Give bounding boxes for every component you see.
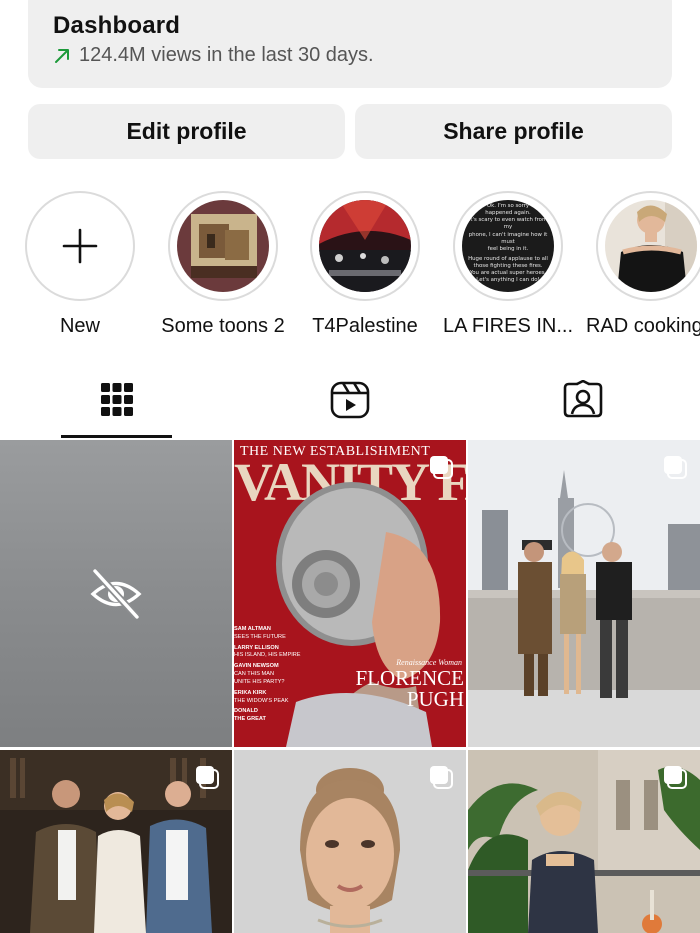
- carousel-icon: [430, 766, 453, 789]
- cover-name-last: PUGH: [406, 687, 464, 711]
- post-hidden[interactable]: [0, 440, 232, 747]
- cover-headline: THE WIDOW'S PEAK: [234, 697, 289, 704]
- cover-headline: CAN THIS MAN: [234, 671, 274, 678]
- story-text-line: You are actual super heroes.: [469, 270, 547, 277]
- tab-tagged[interactable]: [527, 372, 639, 438]
- story-text-line: phone, I can't imagine how it must: [468, 231, 548, 245]
- edit-profile-button[interactable]: Edit profile: [28, 104, 345, 159]
- highlight-ring: [310, 191, 420, 301]
- highlight-ring: [25, 191, 135, 301]
- plus-icon: [62, 228, 98, 264]
- share-profile-button[interactable]: Share profile: [355, 104, 672, 159]
- post-photo-rooftop[interactable]: [468, 440, 700, 747]
- carousel-icon: [664, 766, 687, 789]
- carousel-icon: [196, 766, 219, 789]
- post-photo-portrait[interactable]: [234, 750, 466, 933]
- arrow-up-right-icon: [55, 48, 69, 63]
- dashboard-views-text: 124.4M views in the last 30 days.: [79, 44, 374, 66]
- highlight-label: T4Palestine: [312, 315, 418, 337]
- highlight-ring: [596, 191, 700, 301]
- cover-headline: LARRY ELLISON: [234, 644, 279, 651]
- profile-tabs: [0, 372, 700, 438]
- reels-icon: [330, 381, 370, 419]
- highlight-new[interactable]: New: [10, 191, 150, 338]
- posts-grid: THE NEW ESTABLISHMENT VANITY FAIR SAM AL…: [0, 440, 700, 933]
- highlight-cover-text: Ok. I'm so sorry happened again. It's sc…: [462, 200, 554, 292]
- post-photo-library[interactable]: [0, 750, 232, 933]
- story-text-line: feel being in it.: [487, 245, 529, 252]
- cover-headline: DONALD: [234, 708, 258, 715]
- highlight-label: New: [59, 315, 100, 337]
- highlight-cover-concert: [319, 200, 411, 292]
- highlight-t4palestine[interactable]: T4Palestine: [295, 191, 435, 338]
- highlight-label: RAD cooking: [586, 315, 700, 337]
- story-text-line: those fighting these fires.: [473, 263, 543, 269]
- story-text-line: Ok. I'm so sorry: [486, 203, 530, 209]
- highlight-label: Some toons 2: [161, 315, 285, 337]
- story-text-line: Let's anything I can do!: [476, 277, 540, 284]
- cover-headline: HIS ISLAND, HIS EMPIRE: [234, 652, 301, 659]
- rooftop-photo: [468, 440, 700, 747]
- cover-headline: UNITE HIS PARTY?: [234, 678, 285, 685]
- highlight-ring: [168, 191, 278, 301]
- story-text-line: happened again.: [485, 210, 531, 217]
- cover-headline: SAM ALTMAN: [234, 626, 271, 632]
- profile-actions: Edit profile Share profile: [28, 104, 672, 159]
- grid-icon: [101, 383, 133, 416]
- dashboard-title: Dashboard: [53, 12, 181, 39]
- story-text-line: Huge round of applause to all: [468, 255, 548, 262]
- story-text-line: It's scary to even watch from my: [468, 217, 548, 231]
- carousel-icon: [430, 456, 453, 479]
- tab-posts[interactable]: [61, 372, 173, 438]
- highlight-some-toons[interactable]: Some toons 2: [153, 191, 293, 338]
- highlight-cover-album: [177, 200, 269, 292]
- tab-reels[interactable]: [294, 372, 406, 438]
- dashboard-stats: 124.4M views in the last 30 days.: [53, 44, 672, 67]
- highlight-ring: Ok. I'm so sorry happened again. It's sc…: [453, 191, 563, 301]
- carousel-icon: [664, 456, 687, 479]
- cover-headlines: SAM ALTMAN SEES THE FUTURE LARRY ELLISON…: [234, 626, 304, 724]
- highlight-label: LA FIRES IN...: [442, 315, 574, 337]
- highlight-rad-cooking[interactable]: RAD cooking: [580, 191, 700, 338]
- cover-headline: THE GREAT: [234, 716, 266, 723]
- tagged-person-icon: [563, 380, 603, 418]
- eye-off-icon: [90, 568, 142, 620]
- highlight-cover-person: [605, 200, 697, 292]
- post-photo-terrace[interactable]: [468, 750, 700, 933]
- active-tab-indicator: [61, 435, 172, 438]
- cover-headline: ERIKA KIRK: [234, 689, 267, 696]
- post-magazine-cover[interactable]: THE NEW ESTABLISHMENT VANITY FAIR SAM AL…: [234, 440, 466, 747]
- cover-headline: GAVIN NEWSOM: [234, 663, 279, 670]
- cover-headline: SEES THE FUTURE: [234, 633, 286, 640]
- highlight-la-fires[interactable]: Ok. I'm so sorry happened again. It's sc…: [438, 191, 578, 338]
- dashboard-card[interactable]: Dashboard 124.4M views in the last 30 da…: [28, 0, 672, 88]
- profile-screen: Dashboard 124.4M views in the last 30 da…: [0, 0, 700, 933]
- story-highlights: New Some toons 2 T4Palestine Ok. I'm so …: [0, 191, 700, 341]
